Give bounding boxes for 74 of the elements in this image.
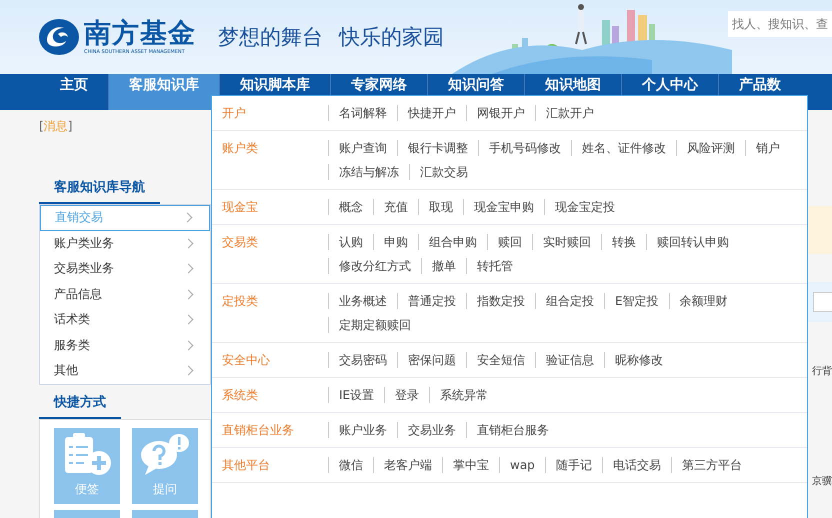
menu-link[interactable]: 定期定额赎回 — [328, 317, 421, 333]
list-text: 京骥 — [812, 474, 832, 488]
menu-item[interactable]: 交易类业务 — [40, 256, 210, 282]
category-label: 安全中心 — [221, 352, 271, 369]
menu-link[interactable]: 账户业务 — [328, 422, 397, 438]
menu-item[interactable]: 话术类 — [40, 307, 210, 332]
category-label: 账户类 — [221, 140, 259, 157]
menu-link[interactable]: 实时赎回 — [532, 234, 601, 250]
menu-link[interactable]: 掌中宝 — [442, 457, 499, 473]
menu-link[interactable]: 概念 — [328, 199, 373, 215]
bracket: [ — [39, 119, 44, 133]
slogan: 梦想的舞台 — [218, 24, 323, 51]
menu-item[interactable]: 产品信息 — [40, 282, 210, 307]
menu-link[interactable]: 系统异常 — [429, 387, 498, 403]
menu-link[interactable]: 取现 — [418, 199, 463, 215]
menu-link[interactable]: wap — [499, 457, 545, 473]
category-label: 交易类 — [221, 234, 259, 251]
menu-link[interactable]: 交易密码 — [328, 352, 397, 368]
category-label: 系统类 — [221, 387, 259, 404]
menu-link[interactable]: 业务概述 — [328, 293, 397, 309]
bracket: ] — [68, 119, 72, 133]
menu-link[interactable]: 撤单 — [421, 258, 466, 274]
menu-link[interactable]: E智定投 — [604, 293, 669, 309]
menu-link[interactable]: 微信 — [328, 457, 373, 473]
search-field[interactable]: 找人、搜知识、查 — [728, 11, 832, 37]
menu-link[interactable]: 组合申购 — [418, 234, 487, 250]
menu-link[interactable]: 直销柜台服务 — [466, 422, 559, 438]
menu-link[interactable]: 名词解释 — [328, 105, 397, 121]
menu-link[interactable]: 销户 — [745, 140, 790, 156]
menu-link[interactable]: 赎回转认申购 — [646, 234, 739, 250]
menu-link[interactable]: 指数定投 — [466, 293, 535, 309]
category-label: 定投类 — [221, 293, 259, 310]
menu-item[interactable]: 账户类业务 — [40, 230, 210, 256]
menu-link[interactable]: 余额理财 — [668, 293, 738, 309]
menu-link[interactable]: 普通定投 — [397, 293, 466, 309]
menu-link[interactable]: 账户查询 — [328, 140, 397, 156]
menu-link[interactable]: 手机号码修改 — [478, 140, 571, 156]
menu-link[interactable]: 交易业务 — [397, 422, 466, 438]
menu-link[interactable]: 赎回 — [487, 234, 532, 250]
logo-name: 南方基金 — [84, 19, 196, 49]
menu-link[interactable]: 组合定投 — [535, 293, 604, 309]
menu-link[interactable]: IE设置 — [328, 387, 384, 403]
menu-link[interactable]: 网银开户 — [466, 105, 535, 121]
menu-link[interactable]: 冻结与解冻 — [328, 164, 409, 180]
menu-link[interactable]: 昵称修改 — [604, 352, 673, 368]
menu-link[interactable]: 风险评测 — [676, 140, 745, 156]
menu-link[interactable]: 银行卡调整 — [397, 140, 478, 156]
menu-link[interactable]: 充值 — [373, 199, 418, 215]
menu-link[interactable]: 电话交易 — [602, 457, 671, 473]
menu-link[interactable]: 姓名、证件修改 — [571, 140, 676, 156]
menu-link[interactable]: 修改分红方式 — [328, 258, 421, 274]
menu-link[interactable]: 转换 — [601, 234, 646, 250]
menu-link[interactable]: 老客户端 — [373, 457, 442, 473]
menu-link[interactable]: 现金宝申购 — [463, 199, 544, 215]
menu-link[interactable]: 第三方平台 — [670, 457, 752, 473]
menu-link[interactable]: 验证信息 — [535, 352, 604, 368]
category-label: 现金宝 — [221, 199, 259, 216]
menu-link[interactable]: 密保问题 — [397, 352, 466, 368]
menu-link[interactable]: 转托管 — [466, 258, 523, 274]
menu-link[interactable]: 汇款交易 — [409, 164, 478, 180]
menu-link[interactable]: 安全短信 — [466, 352, 535, 368]
menu-link[interactable]: 快捷开户 — [397, 105, 466, 121]
category-label: 直销柜台业务 — [221, 422, 295, 439]
menu-item[interactable]: 服务类 — [40, 332, 210, 358]
menu-link[interactable]: 申购 — [373, 234, 418, 250]
menu-item[interactable]: 其他 — [40, 358, 210, 384]
category-label: 其他平台 — [221, 457, 271, 474]
slogan: 快乐的家园 — [339, 24, 444, 51]
menu-link[interactable]: 汇款开户 — [535, 105, 604, 121]
menu-link[interactable]: 现金宝定投 — [544, 199, 625, 215]
menu-link[interactable]: 随手记 — [544, 457, 602, 473]
menu-link[interactable]: 认购 — [328, 234, 373, 250]
menu-link[interactable]: 登录 — [384, 387, 430, 403]
list-text: 行背 — [812, 364, 832, 378]
